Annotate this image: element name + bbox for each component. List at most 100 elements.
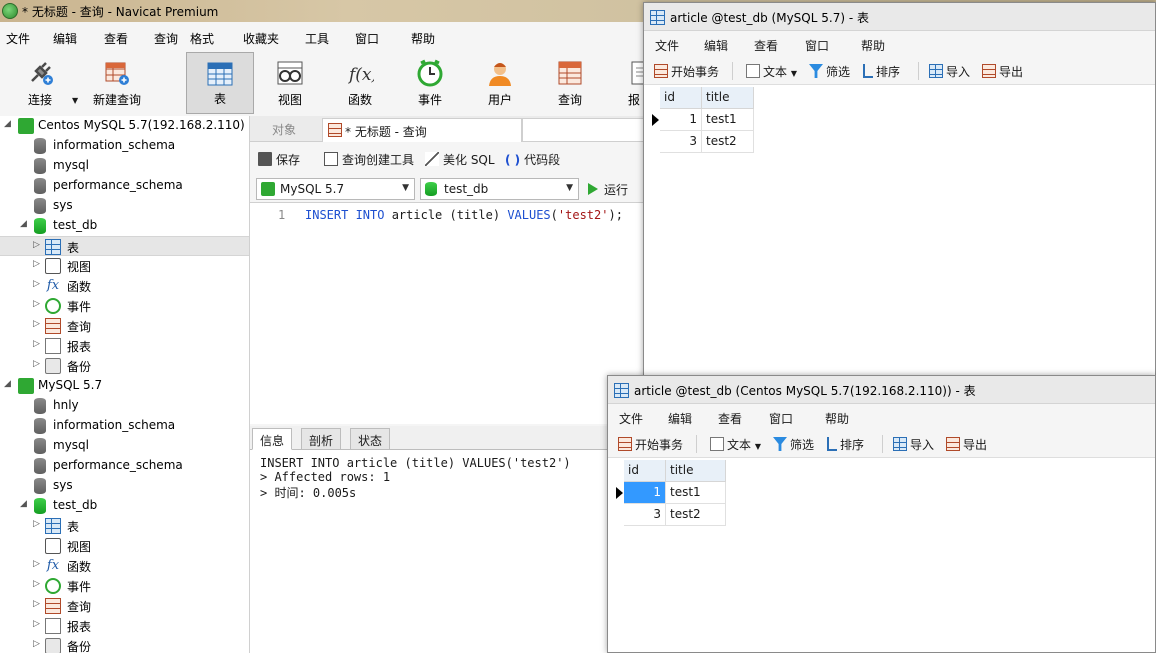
menu-file[interactable]: 文件: [619, 410, 643, 427]
text-button[interactable]: 文本 ▼: [710, 436, 761, 453]
tree-item-reports[interactable]: ▷ 报表: [0, 336, 249, 356]
collapse-arrow-icon[interactable]: ▷: [33, 619, 43, 631]
menu-view[interactable]: 查看: [104, 30, 128, 47]
menu-edit[interactable]: 编辑: [668, 410, 692, 427]
tree-item-queries[interactable]: ▷ 查询: [0, 316, 249, 336]
column-header-title[interactable]: title: [702, 87, 754, 109]
tree-db[interactable]: sys: [0, 196, 249, 216]
collapse-arrow-icon[interactable]: ▷: [33, 319, 43, 331]
collapse-arrow-icon[interactable]: ▷: [33, 519, 43, 531]
filter-button[interactable]: 筛选: [809, 63, 850, 80]
tree-db[interactable]: information_schema: [0, 136, 249, 156]
import-button[interactable]: 导入: [893, 436, 934, 453]
tree-db[interactable]: performance_schema: [0, 176, 249, 196]
menu-window[interactable]: 窗口: [355, 30, 379, 47]
menu-tools[interactable]: 工具: [305, 30, 329, 47]
tree-connection-local[interactable]: ◢ MySQL 5.7: [0, 376, 249, 396]
cell-title[interactable]: test2: [666, 504, 726, 526]
menu-favorites[interactable]: 收藏夹: [243, 30, 279, 47]
connection-select[interactable]: MySQL 5.7 ▼: [256, 178, 415, 200]
tree-item-events[interactable]: ▷ 事件: [0, 576, 249, 596]
tree-item-tables[interactable]: ▷ 表: [0, 236, 249, 256]
expand-arrow-icon[interactable]: ◢: [20, 219, 30, 231]
tree-item-functions[interactable]: ▷ fx 函数: [0, 276, 249, 296]
column-header-id[interactable]: id: [624, 460, 666, 482]
sort-button[interactable]: 排序: [863, 63, 900, 80]
cell-id[interactable]: 1: [660, 109, 702, 131]
tree-item-backups[interactable]: ▷ 备份: [0, 636, 249, 653]
begin-transaction-button[interactable]: 开始事务: [654, 63, 719, 80]
tree-db[interactable]: sys: [0, 476, 249, 496]
collapse-arrow-icon[interactable]: ▷: [33, 240, 43, 252]
view-button[interactable]: 视图: [260, 52, 320, 114]
export-button[interactable]: 导出: [982, 63, 1023, 80]
menu-help[interactable]: 帮助: [861, 37, 885, 54]
menu-file[interactable]: 文件: [6, 30, 30, 47]
tab-profile[interactable]: 剖析: [301, 428, 342, 450]
tree-item-backups[interactable]: ▷ 备份: [0, 356, 249, 376]
menu-edit[interactable]: 编辑: [704, 37, 728, 54]
run-button[interactable]: 运行: [588, 181, 628, 198]
expand-arrow-icon[interactable]: ◢: [4, 379, 14, 391]
tab-objects[interactable]: 对象: [272, 121, 296, 138]
collapse-arrow-icon[interactable]: ▷: [33, 639, 43, 651]
tree-db-open[interactable]: ◢ test_db: [0, 496, 249, 516]
tree-item-views[interactable]: 视图: [0, 536, 249, 556]
collapse-arrow-icon[interactable]: ▷: [33, 359, 43, 371]
connect-dropdown-icon[interactable]: ▼: [72, 96, 78, 105]
tree-db-open[interactable]: ◢ test_db: [0, 216, 249, 236]
tree-item-reports[interactable]: ▷ 报表: [0, 616, 249, 636]
collapse-arrow-icon[interactable]: ▷: [33, 599, 43, 611]
cell-title[interactable]: test1: [666, 482, 726, 504]
begin-transaction-button[interactable]: 开始事务: [618, 436, 683, 453]
tree-item-views[interactable]: ▷ 视图: [0, 256, 249, 276]
collapse-arrow-icon[interactable]: ▷: [33, 299, 43, 311]
event-button[interactable]: 事件: [400, 52, 460, 114]
tree-item-tables[interactable]: ▷ 表: [0, 516, 249, 536]
column-header-title[interactable]: title: [666, 460, 726, 482]
code-snippet-button[interactable]: ( ) 代码段: [505, 151, 560, 168]
cell-title[interactable]: test1: [702, 109, 754, 131]
cell-title[interactable]: test2: [702, 131, 754, 153]
tree-db[interactable]: information_schema: [0, 416, 249, 436]
import-button[interactable]: 导入: [929, 63, 970, 80]
tree-db[interactable]: performance_schema: [0, 456, 249, 476]
tree-db[interactable]: mysql: [0, 436, 249, 456]
menu-file[interactable]: 文件: [655, 37, 679, 54]
beautify-sql-button[interactable]: 美化 SQL: [425, 151, 495, 168]
collapse-arrow-icon[interactable]: ▷: [33, 259, 43, 271]
tree-db[interactable]: hnly: [0, 396, 249, 416]
column-header-id[interactable]: id: [660, 87, 702, 109]
menu-window[interactable]: 窗口: [769, 410, 793, 427]
menu-format[interactable]: 格式: [190, 30, 214, 47]
connect-button[interactable]: 连接: [10, 52, 70, 114]
export-button[interactable]: 导出: [946, 436, 987, 453]
user-button[interactable]: 用户: [470, 52, 530, 114]
table-button[interactable]: 表: [186, 52, 254, 114]
tab-status[interactable]: 状态: [350, 428, 391, 450]
menu-window[interactable]: 窗口: [805, 37, 829, 54]
tree-connection-centos[interactable]: ◢ Centos MySQL 5.7(192.168.2.110): [0, 116, 249, 136]
tree-item-queries[interactable]: ▷ 查询: [0, 596, 249, 616]
sql-editor[interactable]: 1 INSERT INTO article (title) VALUES('te…: [250, 202, 650, 424]
filter-button[interactable]: 筛选: [773, 436, 814, 453]
cell-id-selected[interactable]: 1: [624, 482, 666, 504]
collapse-arrow-icon[interactable]: ▷: [33, 579, 43, 591]
database-select[interactable]: test_db ▼: [420, 178, 579, 200]
window-titlebar[interactable]: article @test_db (MySQL 5.7) - 表: [644, 3, 1155, 31]
sort-button[interactable]: 排序: [827, 436, 864, 453]
collapse-arrow-icon[interactable]: ▷: [33, 559, 43, 571]
menu-view[interactable]: 查看: [718, 410, 742, 427]
query-button[interactable]: 查询: [540, 52, 600, 114]
menu-help[interactable]: 帮助: [825, 410, 849, 427]
tab-info[interactable]: 信息: [252, 428, 293, 450]
query-builder-button[interactable]: 查询创建工具: [324, 151, 414, 168]
menu-help[interactable]: 帮助: [411, 30, 435, 47]
text-button[interactable]: 文本 ▼: [746, 63, 797, 80]
menu-query[interactable]: 查询: [154, 30, 178, 47]
new-query-button[interactable]: 新建查询: [86, 52, 148, 114]
expand-arrow-icon[interactable]: ◢: [20, 499, 30, 511]
tree-db[interactable]: mysql: [0, 156, 249, 176]
function-button[interactable]: f(x) 函数: [330, 52, 390, 114]
cell-id[interactable]: 3: [660, 131, 702, 153]
